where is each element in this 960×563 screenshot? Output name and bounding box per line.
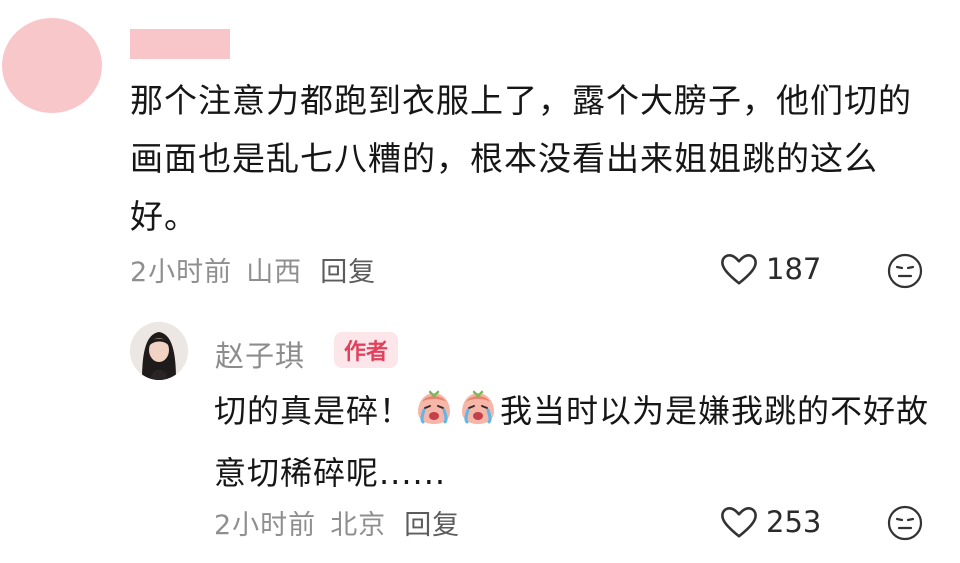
reply-meta: 2小时前 北京 回复 [214,503,460,542]
comment-location: 山西 [246,257,303,288]
reply-like-button[interactable]: 253 [720,505,821,539]
smiley-neutral-icon[interactable] [887,253,923,289]
author-avatar-image [130,322,188,380]
crying-face-emoji [462,390,495,424]
commenter-name-redacted[interactable] [130,29,230,59]
author-avatar[interactable] [130,322,188,380]
author-name[interactable]: 赵子琪 [215,333,305,375]
comment-like-button[interactable]: 187 [720,252,821,286]
comment-text: 那个注意力都跑到衣服上了，露个大膀子，他们切的画面也是乱七八糟的，根本没看出来姐… [130,81,912,236]
reply-location: 北京 [330,510,387,541]
heart-outline-icon [721,507,757,538]
comment-meta: 2小时前 山西 回复 [130,250,376,289]
reply-text-before: 切的真是碎！ [214,392,413,430]
heart-outline-icon [721,254,757,285]
smiley-neutral-icon[interactable] [887,505,923,541]
commenter-avatar[interactable] [2,18,102,113]
author-badge: 作者 [334,332,399,368]
reply-text: 切的真是碎！ 我当时以为是嫌我跳的不好故意切稀碎呢...... [214,380,934,504]
comment-reply-button[interactable]: 回复 [320,257,376,288]
reply-like-count: 253 [766,505,822,539]
crying-face-emoji [418,390,451,424]
reply-time: 2小时前 [214,510,317,541]
comment-time: 2小时前 [130,257,233,288]
comment-like-count: 187 [766,252,822,286]
reply-reply-button[interactable]: 回复 [404,510,460,541]
